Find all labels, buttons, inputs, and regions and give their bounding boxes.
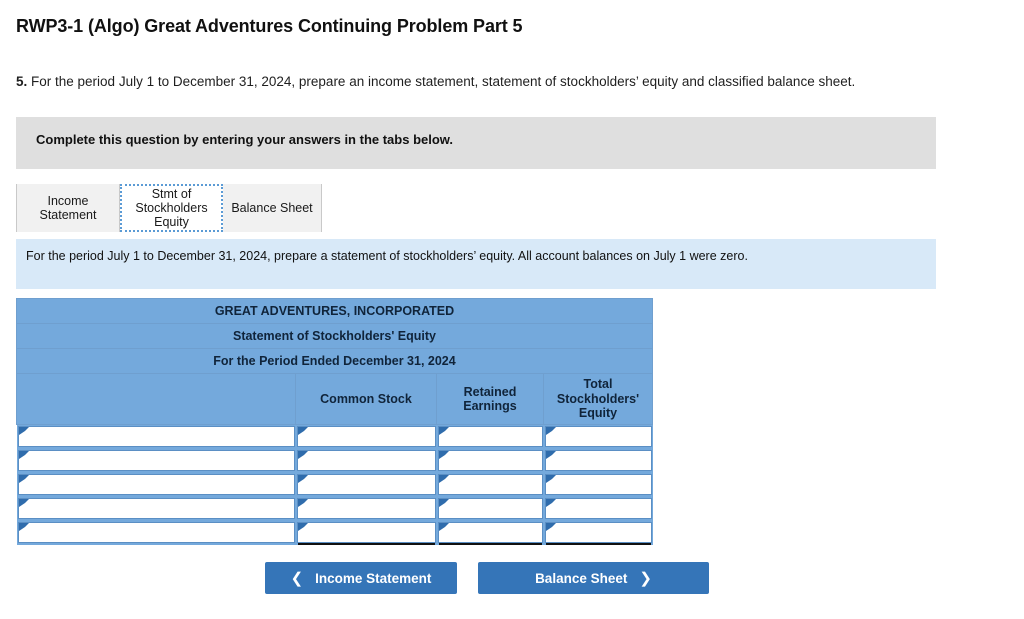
row-2-retained-earnings-input[interactable] [446, 451, 540, 470]
input-wrapper [296, 474, 436, 495]
chevron-right-icon: ❯ [639, 569, 652, 587]
input-wrapper [437, 474, 543, 495]
column-header-common-stock: Common Stock [295, 373, 437, 425]
cell-common-stock [295, 424, 437, 449]
cell-label [16, 473, 296, 497]
input-wrapper [437, 426, 543, 447]
table-row [16, 424, 653, 449]
table-row [16, 473, 653, 497]
cell-label [16, 449, 296, 473]
input-wrapper [17, 474, 295, 495]
sub-instruction-bar: For the period July 1 to December 31, 20… [16, 239, 936, 289]
column-header-total-stockholders-equity: Total Stockholders' Equity [543, 373, 653, 425]
row-3-common-stock-input[interactable] [305, 475, 433, 494]
cell-retained-earnings [436, 521, 544, 545]
row-1-total-input[interactable] [553, 427, 649, 446]
input-wrapper [17, 450, 295, 471]
prev-button-label: Income Statement [315, 570, 432, 586]
row-1-retained-earnings-input[interactable] [446, 427, 540, 446]
input-wrapper [296, 450, 436, 471]
sub-instruction-text: For the period July 1 to December 31, 20… [26, 249, 748, 263]
row-2-total-input[interactable] [553, 451, 649, 470]
cell-common-stock [295, 521, 437, 545]
row-5-retained-earnings-input[interactable] [446, 523, 540, 542]
tab-income-statement-label: Income Statement [39, 194, 97, 222]
row-5-total-input[interactable] [553, 523, 649, 542]
table-company-row: GREAT ADVENTURES, INCORPORATED [16, 298, 653, 324]
input-wrapper [17, 522, 295, 543]
question-text: For the period July 1 to December 31, 20… [27, 74, 856, 89]
input-wrapper [437, 450, 543, 471]
cell-total [543, 449, 653, 473]
row-4-retained-earnings-input[interactable] [446, 499, 540, 518]
complete-question-text: Complete this question by entering your … [36, 132, 454, 147]
row-3-retained-earnings-input[interactable] [446, 475, 540, 494]
row-4-label-input[interactable] [26, 499, 292, 518]
row-1-common-stock-input[interactable] [305, 427, 433, 446]
tab-stmt-stockholders-equity-label: Stmt of Stockholders Equity [135, 187, 208, 229]
table-row [16, 497, 653, 521]
statement-of-stockholders-equity-table: GREAT ADVENTURES, INCORPORATED Statement… [16, 298, 653, 545]
row-2-common-stock-input[interactable] [305, 451, 433, 470]
tab-balance-sheet[interactable]: Balance Sheet [223, 184, 321, 232]
input-wrapper [17, 426, 295, 447]
cell-retained-earnings [436, 473, 544, 497]
input-wrapper [544, 522, 652, 543]
row-5-common-stock-input[interactable] [305, 523, 433, 542]
input-wrapper [296, 522, 436, 543]
table-company-name: GREAT ADVENTURES, INCORPORATED [16, 298, 653, 324]
cell-common-stock [295, 473, 437, 497]
cell-total [543, 473, 653, 497]
input-wrapper [544, 474, 652, 495]
cell-retained-earnings [436, 424, 544, 449]
column-header-retained-earnings: Retained Earnings [436, 373, 544, 425]
tab-balance-sheet-label: Balance Sheet [231, 201, 313, 215]
table-column-header-row: Common Stock Retained Earnings Total Sto… [16, 373, 653, 425]
table-period-row: For the Period Ended December 31, 2024 [16, 348, 653, 374]
complete-question-bar: Complete this question by entering your … [16, 117, 936, 169]
cell-common-stock [295, 449, 437, 473]
prev-income-statement-button[interactable]: ❮ Income Statement [265, 562, 457, 594]
input-wrapper [296, 426, 436, 447]
page-title: RWP3-1 (Algo) Great Adventures Continuin… [16, 16, 523, 36]
input-wrapper [544, 450, 652, 471]
cell-common-stock [295, 497, 437, 521]
row-3-label-input[interactable] [26, 475, 292, 494]
cell-total [543, 497, 653, 521]
table-statement-title-row: Statement of Stockholders' Equity [16, 323, 653, 349]
input-wrapper [296, 498, 436, 519]
table-row [16, 449, 653, 473]
row-3-total-input[interactable] [553, 475, 649, 494]
chevron-left-icon: ❮ [290, 569, 304, 587]
next-button-label: Balance Sheet [535, 570, 628, 586]
question-prompt: 5. For the period July 1 to December 31,… [16, 72, 1020, 91]
input-wrapper [544, 498, 652, 519]
input-wrapper [17, 498, 295, 519]
cell-label [16, 521, 296, 545]
row-2-label-input[interactable] [26, 451, 292, 470]
input-wrapper [437, 498, 543, 519]
row-1-label-input[interactable] [26, 427, 292, 446]
table-statement-title: Statement of Stockholders' Equity [16, 323, 653, 349]
table-row [16, 521, 653, 545]
row-4-common-stock-input[interactable] [305, 499, 433, 518]
tab-strip: Income Statement Stmt of Stockholders Eq… [16, 184, 936, 232]
cell-total [543, 521, 653, 545]
next-balance-sheet-button[interactable]: Balance Sheet ❯ [478, 562, 709, 594]
cell-label [16, 424, 296, 449]
cell-label [16, 497, 296, 521]
cell-retained-earnings [436, 497, 544, 521]
column-header-blank [16, 373, 296, 425]
tab-stmt-stockholders-equity[interactable]: Stmt of Stockholders Equity [120, 184, 223, 232]
input-wrapper [437, 522, 543, 543]
row-5-label-input[interactable] [26, 523, 292, 542]
input-wrapper [544, 426, 652, 447]
question-number: 5. [16, 74, 28, 89]
tab-income-statement[interactable]: Income Statement [17, 184, 120, 232]
cell-retained-earnings [436, 449, 544, 473]
cell-total [543, 424, 653, 449]
table-period: For the Period Ended December 31, 2024 [16, 348, 653, 374]
row-4-total-input[interactable] [553, 499, 649, 518]
